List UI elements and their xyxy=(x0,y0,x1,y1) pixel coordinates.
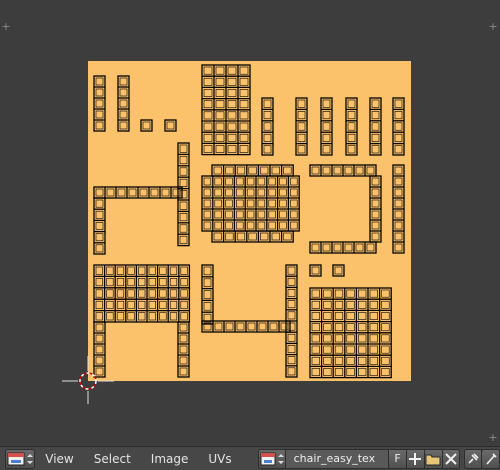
paint-mode-button[interactable] xyxy=(482,448,500,469)
plus-icon xyxy=(409,452,422,465)
uv-editor-viewport[interactable]: + + + xyxy=(0,0,500,446)
image-name-field[interactable]: chair_easy_tex xyxy=(285,448,390,469)
unlink-image-button[interactable] xyxy=(442,448,461,469)
image-browse-icon xyxy=(260,452,284,465)
uv-editor-header: View Select Image UVs chair_easy_tex F xyxy=(0,446,500,470)
pin-button[interactable] xyxy=(464,448,483,469)
uv-image-editor-icon xyxy=(7,452,34,465)
close-icon xyxy=(445,452,457,465)
fake-user-toggle[interactable]: F xyxy=(389,448,407,469)
uv-texture-canvas[interactable] xyxy=(0,0,500,446)
open-image-button[interactable] xyxy=(424,448,443,469)
new-image-button[interactable] xyxy=(406,448,425,469)
menu-view[interactable]: View xyxy=(35,449,83,469)
image-browse-button[interactable] xyxy=(257,448,286,469)
menu-image[interactable]: Image xyxy=(141,449,199,469)
pin-icon xyxy=(468,452,479,464)
menu-uvs[interactable]: UVs xyxy=(198,449,241,469)
editor-type-selector[interactable] xyxy=(5,448,36,469)
menu-select[interactable]: Select xyxy=(84,449,141,469)
brush-icon xyxy=(485,452,497,465)
folder-icon xyxy=(425,454,441,465)
